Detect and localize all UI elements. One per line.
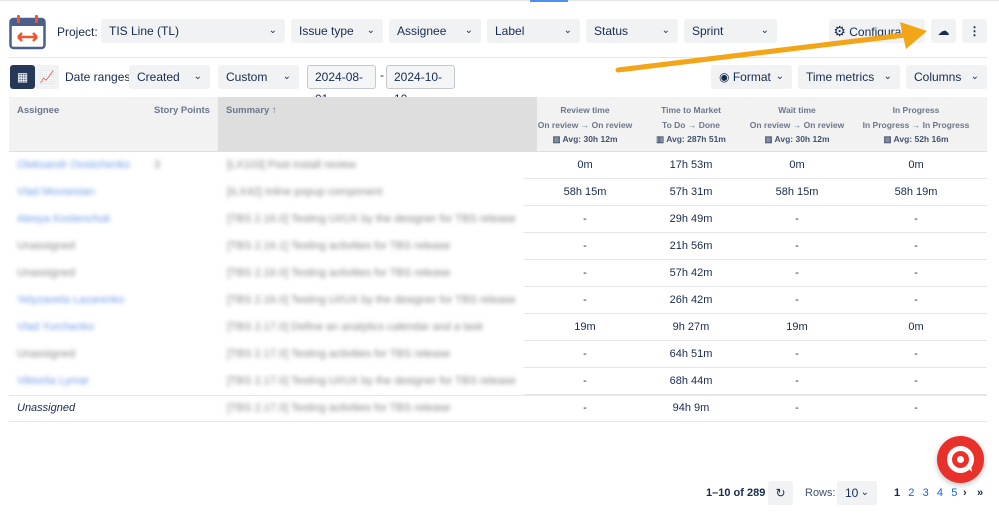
annotation-arrow bbox=[615, 22, 927, 73]
